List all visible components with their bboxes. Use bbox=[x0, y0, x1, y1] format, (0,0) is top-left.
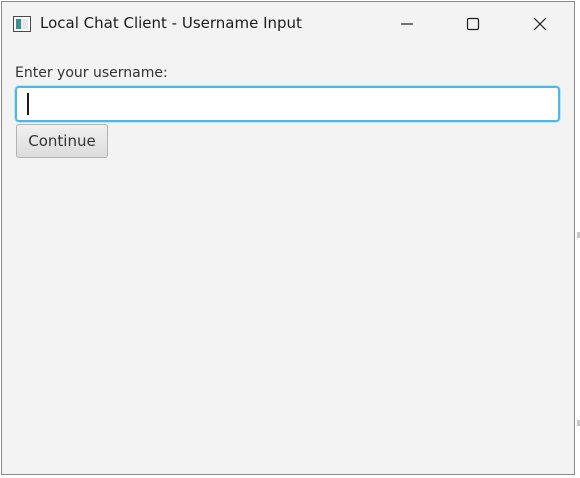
username-prompt-label: Enter your username: bbox=[15, 65, 168, 81]
window-content: Enter your username: Continue bbox=[2, 46, 574, 474]
continue-button[interactable]: Continue bbox=[16, 124, 108, 158]
minimize-button[interactable] bbox=[374, 2, 440, 46]
maximize-button[interactable] bbox=[440, 2, 506, 46]
window-title: Local Chat Client - Username Input bbox=[40, 14, 302, 32]
close-button[interactable] bbox=[507, 2, 573, 46]
app-window: Local Chat Client - Username Input Enter… bbox=[1, 1, 575, 475]
title-bar[interactable]: Local Chat Client - Username Input bbox=[2, 2, 574, 46]
close-icon bbox=[533, 17, 547, 31]
maximize-icon bbox=[466, 17, 480, 31]
text-caret bbox=[27, 93, 29, 115]
minimize-icon bbox=[401, 23, 413, 25]
app-icon bbox=[13, 16, 31, 32]
username-input[interactable] bbox=[15, 86, 560, 122]
